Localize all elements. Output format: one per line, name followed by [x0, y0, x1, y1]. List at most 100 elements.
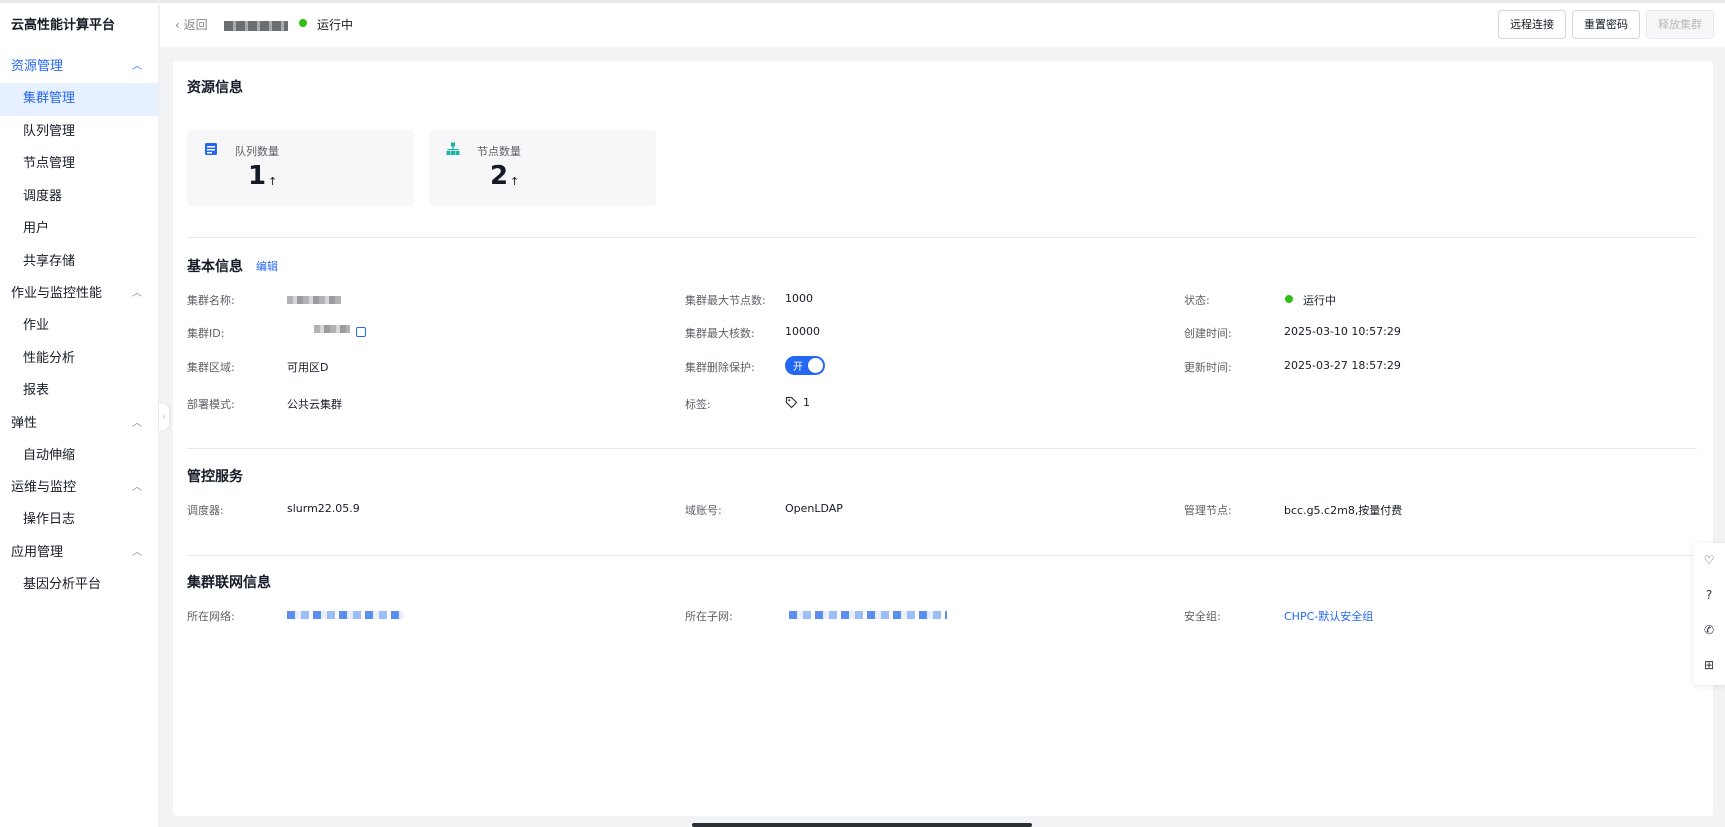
sidebar-item-user[interactable]: 用户 [0, 213, 158, 246]
arrow-up-icon: ↑ [268, 175, 278, 188]
subnet-redacted-link[interactable] [789, 611, 947, 619]
resource-section-title: 资源信息 [187, 80, 243, 96]
created-time-value: 2025-03-10 10:57:29 [1284, 325, 1401, 338]
sidebar-item-storage[interactable]: 共享存储 [0, 246, 158, 279]
divider [187, 555, 1697, 556]
domain-account-value: OpenLDAP [785, 502, 843, 515]
floating-toolbar: ♡ ? ✆ ⊞ [1693, 543, 1725, 685]
nav-group-label: 运维与监控 [11, 480, 77, 495]
toggle-knob [808, 358, 823, 373]
sidebar-item-report[interactable]: 报表 [0, 375, 158, 408]
apps-grid-icon[interactable]: ⊞ [1702, 658, 1716, 672]
status-dot [299, 19, 307, 27]
sidebar-item-job[interactable]: 作业 [0, 310, 158, 343]
cluster-id-label: 集群ID: [187, 327, 225, 340]
nav-group-jobs[interactable]: 作业与监控性能 ︿ [0, 278, 158, 310]
chevron-up-icon: ︿ [132, 288, 142, 299]
nav-group-label: 作业与监控性能 [11, 286, 103, 301]
tag-icon[interactable] [785, 396, 798, 409]
tags-count[interactable]: 1 [803, 396, 810, 409]
sidebar-item-gene[interactable]: 基因分析平台 [0, 569, 158, 602]
remote-connect-button[interactable]: 远程连接 [1498, 10, 1566, 39]
updated-time-label: 更新时间: [1184, 361, 1232, 374]
arrow-up-icon: ↑ [510, 175, 520, 188]
node-tree-icon [446, 142, 460, 155]
sidebar-item-cluster[interactable]: 集群管理 [0, 83, 158, 116]
updated-time-value: 2025-03-27 18:57:29 [1284, 359, 1401, 372]
security-group-label: 安全组: [1184, 610, 1221, 623]
reset-password-button[interactable]: 重置密码 [1572, 10, 1640, 39]
vpc-redacted-link[interactable] [287, 611, 403, 619]
network-section-title: 集群联网信息 [187, 575, 271, 591]
max-nodes-value: 1000 [785, 292, 813, 305]
created-time-label: 创建时间: [1184, 327, 1232, 340]
node-count-card: 节点数量 2 ↑ [429, 130, 656, 206]
cluster-name-redacted [224, 21, 288, 31]
sidebar-item-scheduler[interactable]: 调度器 [0, 181, 158, 214]
domain-account-label: 域账号: [685, 504, 722, 517]
top-bar: ‹ 返回 运行中 远程连接 重置密码 释放集群 [160, 0, 1725, 47]
delete-protection-toggle[interactable]: 开 [785, 356, 825, 375]
edit-link[interactable]: 编辑 [256, 258, 278, 274]
nav-group-elastic[interactable]: 弹性 ︿ [0, 408, 158, 440]
sidebar-item-autoscale[interactable]: 自动伸缩 [0, 440, 158, 473]
scheduler-label: 调度器: [187, 504, 224, 517]
queue-icon [205, 143, 217, 155]
state-label: 状态: [1184, 294, 1210, 307]
sidebar-item-queue[interactable]: 队列管理 [0, 116, 158, 149]
copy-icon[interactable] [356, 327, 366, 337]
node-count-label: 节点数量 [477, 145, 521, 158]
chevron-up-icon: ︿ [132, 61, 142, 72]
status-text: 运行中 [317, 18, 354, 32]
chevron-up-icon: ︿ [132, 417, 142, 429]
sidebar-item-node[interactable]: 节点管理 [0, 148, 158, 181]
delete-protection-label: 集群删除保护: [685, 361, 755, 374]
back-link[interactable]: ‹ 返回 [175, 16, 208, 33]
nav-group-label: 弹性 [11, 415, 38, 431]
toggle-on-text: 开 [793, 362, 803, 373]
cluster-detail-card: 资源信息 队列数量 1 ↑ 节点数量 2 ↑ 基本信息 编辑 集群名称: 集群I… [173, 61, 1713, 816]
node-count-value: 2 [490, 161, 509, 191]
mgmt-node-label: 管理节点: [1184, 504, 1232, 517]
status-dot [1285, 295, 1293, 303]
sidebar-item-oplog[interactable]: 操作日志 [0, 504, 158, 537]
subnet-label: 所在子网: [685, 610, 733, 623]
scheduler-value: slurm22.05.9 [287, 502, 360, 515]
max-cores-value: 10000 [785, 325, 820, 338]
mgmt-node-value: bcc.g5.c2m8,按量付费 [1284, 504, 1403, 517]
release-cluster-button[interactable]: 释放集群 [1646, 10, 1714, 39]
max-nodes-label: 集群最大节点数: [685, 294, 766, 307]
horizontal-scrollbar[interactable] [692, 823, 1032, 827]
tags-label: 标签: [685, 398, 711, 411]
cluster-zone-label: 集群区域: [187, 361, 235, 374]
queue-count-card: 队列数量 1 ↑ [187, 130, 414, 206]
cluster-name-label: 集群名称: [187, 294, 235, 307]
basic-section-title: 基本信息 [187, 259, 243, 275]
cluster-id-redacted [314, 325, 350, 333]
phone-icon[interactable]: ✆ [1702, 623, 1716, 637]
queue-count-value: 1 [248, 161, 267, 191]
vpc-label: 所在网络: [187, 610, 235, 623]
help-icon[interactable]: ? [1702, 588, 1716, 602]
deploy-mode-value: 公共云集群 [287, 398, 342, 411]
queue-count-label: 队列数量 [235, 145, 279, 158]
control-section-title: 管控服务 [187, 469, 243, 485]
nav-group-apps[interactable]: 应用管理 ︿ [0, 537, 158, 569]
max-cores-label: 集群最大核数: [685, 327, 755, 340]
nav-group-ops[interactable]: 运维与监控 ︿ [0, 472, 158, 504]
sidebar-collapse-handle[interactable]: ‹ [159, 404, 169, 430]
chevron-up-icon: ︿ [132, 482, 142, 493]
sidebar-item-perf[interactable]: 性能分析 [0, 343, 158, 376]
divider [187, 448, 1697, 449]
cluster-name-redacted [287, 296, 341, 304]
chevron-left-icon: ‹ [175, 18, 180, 32]
sidebar: 云高性能计算平台 资源管理 ︿ 集群管理 队列管理 节点管理 调度器 用户 共享… [0, 0, 159, 827]
cluster-zone-value: 可用区D [287, 361, 329, 374]
state-value: 运行中 [1303, 294, 1336, 307]
heart-icon[interactable]: ♡ [1702, 553, 1716, 567]
nav-group-label: 应用管理 [11, 544, 64, 560]
nav-group-label: 资源管理 [11, 59, 64, 74]
security-group-link[interactable]: CHPC-默认安全组 [1284, 608, 1373, 624]
nav-group-resource[interactable]: 资源管理 ︿ [0, 51, 158, 83]
divider [187, 237, 1697, 238]
